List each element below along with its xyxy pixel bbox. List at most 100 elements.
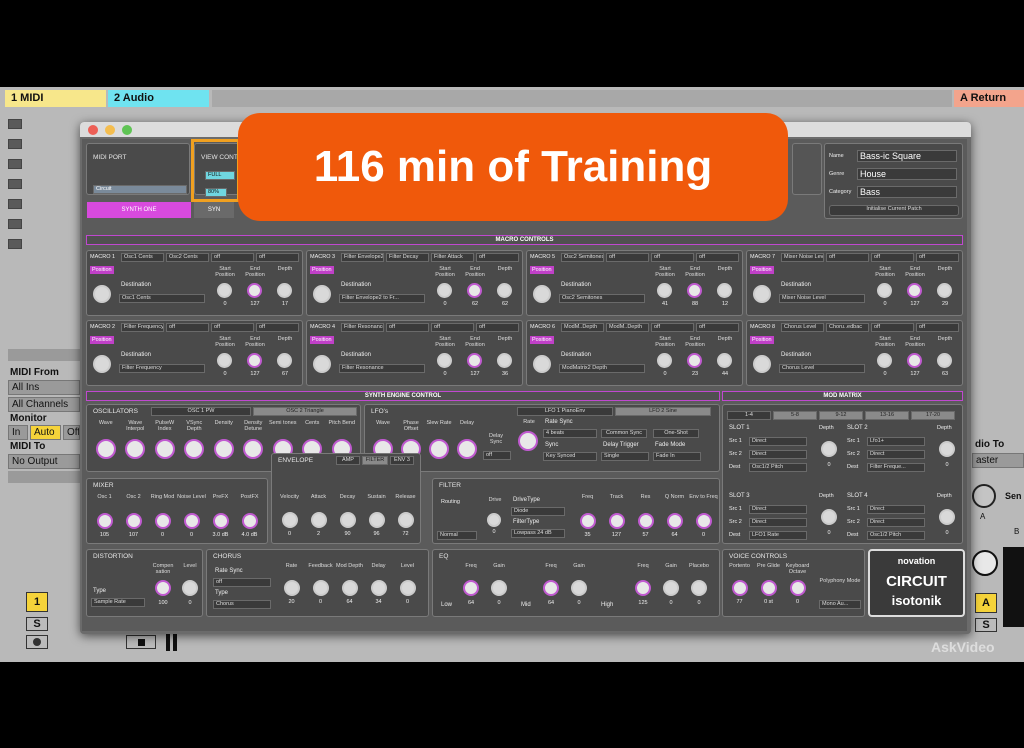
macro-assign-tab[interactable]: off xyxy=(651,323,694,332)
macro-range-knob[interactable] xyxy=(657,283,672,298)
knob[interactable] xyxy=(95,439,116,459)
pan-knob[interactable] xyxy=(972,550,998,576)
position-knob[interactable] xyxy=(533,285,551,303)
depth-knob[interactable] xyxy=(821,509,837,525)
macro-assign-tab[interactable]: Filter Frequency xyxy=(121,323,164,332)
macro-assign-tab[interactable]: off xyxy=(916,253,959,262)
position-knob[interactable] xyxy=(313,285,331,303)
polyphony-select[interactable]: Mono Au... xyxy=(819,600,861,609)
macro-assign-tab[interactable]: Choru..edbac xyxy=(826,323,869,332)
knob[interactable] xyxy=(339,512,356,528)
position-knob[interactable] xyxy=(313,355,331,373)
position-knob[interactable] xyxy=(533,355,551,373)
macro-range-knob[interactable] xyxy=(937,353,952,368)
solo-button[interactable]: S xyxy=(26,617,48,631)
knob[interactable] xyxy=(312,580,329,596)
zoom-icon[interactable] xyxy=(122,125,132,135)
macro-assign-tab[interactable]: off xyxy=(431,323,474,332)
eq-knob[interactable] xyxy=(663,580,679,596)
track-header-a-return[interactable]: A Return xyxy=(954,90,1024,107)
chorus-rate-sync-select[interactable]: off xyxy=(213,578,271,587)
macro-assign-tab[interactable]: off xyxy=(696,253,739,262)
knob[interactable] xyxy=(183,513,200,529)
knob[interactable] xyxy=(283,580,300,596)
destination-select[interactable]: Filter Envelope2 to Fr... xyxy=(339,294,425,303)
slot-select[interactable]: Direct xyxy=(867,450,925,459)
macro-assign-tab[interactable]: off xyxy=(386,323,429,332)
destination-select[interactable]: Osc1 Cents xyxy=(119,294,205,303)
macro-assign-tab[interactable]: off xyxy=(476,323,519,332)
knob[interactable] xyxy=(368,512,385,528)
knob[interactable] xyxy=(399,580,416,596)
patch-genre-select[interactable]: House xyxy=(857,168,957,180)
one-shot-button[interactable]: One-Shot xyxy=(653,429,699,438)
macro-range-knob[interactable] xyxy=(467,353,482,368)
slot-select[interactable]: Direct xyxy=(749,450,807,459)
macro-range-knob[interactable] xyxy=(877,353,892,368)
destination-select[interactable]: Chorus Level xyxy=(779,364,865,373)
eq-knob[interactable] xyxy=(571,580,587,596)
macro-assign-tab[interactable]: off xyxy=(871,323,914,332)
monitor-in-button[interactable]: In xyxy=(8,425,28,440)
close-icon[interactable] xyxy=(88,125,98,135)
macro-range-knob[interactable] xyxy=(717,283,732,298)
stop-button[interactable] xyxy=(126,635,156,649)
macro-assign-tab[interactable]: Osc1 Cents xyxy=(121,253,164,262)
macro-assign-tab[interactable]: off xyxy=(256,253,299,262)
tab-env-amp[interactable]: AMP xyxy=(336,456,360,465)
knob[interactable] xyxy=(370,580,387,596)
slot-select[interactable]: Direct xyxy=(749,437,807,446)
knob[interactable] xyxy=(184,439,205,459)
track-header-2-audio[interactable]: 2 Audio xyxy=(108,90,209,107)
clip-slot[interactable] xyxy=(8,199,22,209)
macro-assign-tab[interactable]: off xyxy=(651,253,694,262)
fade-mode-select[interactable]: Fade In xyxy=(653,452,701,461)
compensation-knob[interactable] xyxy=(155,580,171,596)
tab-osc1[interactable]: OSC 1 PW xyxy=(151,407,251,416)
knob[interactable] xyxy=(310,512,327,528)
destination-select[interactable]: Filter Resonance xyxy=(339,364,425,373)
patch-name-field[interactable]: Bass-ic Square xyxy=(857,150,957,162)
macro-range-knob[interactable] xyxy=(937,283,952,298)
routing-select[interactable]: Normal xyxy=(437,531,477,540)
slot-select[interactable]: Lfo1+ xyxy=(867,437,925,446)
knob[interactable] xyxy=(731,580,748,596)
tab-env-filter[interactable]: FILTER xyxy=(362,456,388,465)
macro-assign-tab[interactable]: Chorus Level xyxy=(781,323,824,332)
knob[interactable] xyxy=(608,513,625,529)
macro-range-knob[interactable] xyxy=(657,353,672,368)
mod-matrix-tab[interactable]: 5-8 xyxy=(773,411,817,420)
filter-type-select[interactable]: Lowpass 24 dB xyxy=(511,529,565,538)
macro-range-knob[interactable] xyxy=(497,283,512,298)
mod-matrix-tab[interactable]: 13-16 xyxy=(865,411,909,420)
knob[interactable] xyxy=(96,513,113,529)
macro-range-knob[interactable] xyxy=(687,283,702,298)
slot-select[interactable]: Osc1/2 Pitch xyxy=(749,463,807,472)
tab-env-3[interactable]: ENV 3 xyxy=(390,456,414,465)
mod-matrix-tab[interactable]: 17-20 xyxy=(911,411,955,420)
knob[interactable] xyxy=(341,580,358,596)
destination-select[interactable]: ModMatrix2 Depth xyxy=(559,364,645,373)
clip-slot[interactable] xyxy=(8,219,22,229)
clip-slot[interactable] xyxy=(8,139,22,149)
audio-to-select[interactable]: aster xyxy=(972,453,1024,468)
knob[interactable] xyxy=(637,513,654,529)
knob[interactable] xyxy=(457,439,477,459)
dist-type-select[interactable]: Sample Rate xyxy=(91,598,145,607)
eq-knob[interactable] xyxy=(543,580,559,596)
slot-select[interactable]: Direct xyxy=(749,505,807,514)
tab-synth-two[interactable]: SYN xyxy=(194,202,234,218)
send-a-knob[interactable] xyxy=(972,484,996,508)
mod-matrix-tab[interactable]: 9-12 xyxy=(819,411,863,420)
macro-range-knob[interactable] xyxy=(907,283,922,298)
knob[interactable] xyxy=(125,439,146,459)
macro-range-knob[interactable] xyxy=(217,283,232,298)
macro-range-knob[interactable] xyxy=(437,353,452,368)
all-channels-select[interactable]: All Channels xyxy=(8,397,80,412)
depth-knob[interactable] xyxy=(821,441,837,457)
tab-osc2[interactable]: OSC 2 Triangle xyxy=(253,407,357,416)
rate-sync-select[interactable]: 4 beats xyxy=(543,429,597,438)
macro-assign-tab[interactable]: Filter Decay xyxy=(386,253,429,262)
macro-assign-tab[interactable]: off xyxy=(211,323,254,332)
macro-range-knob[interactable] xyxy=(277,283,292,298)
